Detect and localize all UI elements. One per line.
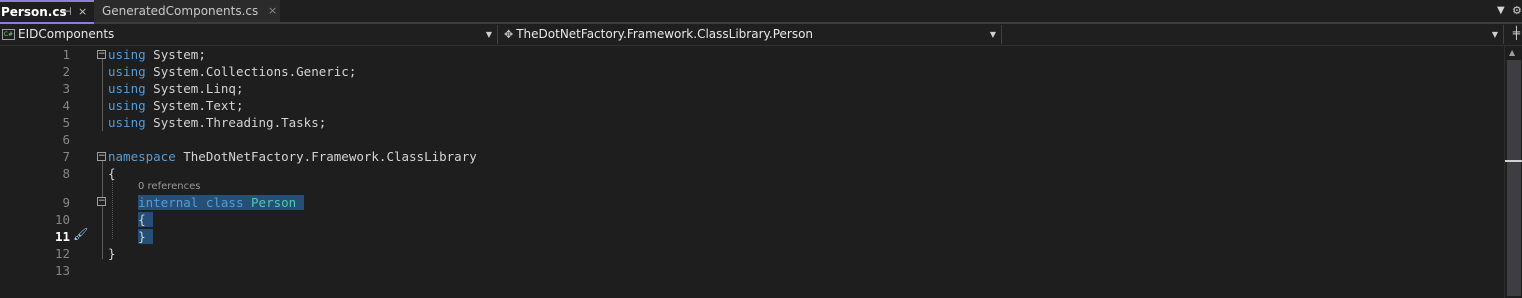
line-number: 10 (54, 212, 70, 227)
code-token: } (108, 246, 116, 261)
chevron-down-icon: ▼ (989, 30, 996, 39)
code-token: class (205, 195, 244, 210)
line-number: 3 (62, 81, 70, 96)
code-text: using System.Collections.Generic; (108, 63, 356, 80)
line-number: 6 (62, 132, 70, 147)
code-token: Person (251, 195, 297, 210)
class-icon: ✥ (504, 28, 514, 41)
code-line[interactable]: 3 using System.Linq; (0, 80, 1504, 97)
chevron-down-icon: ▼ (1491, 30, 1498, 39)
code-token: System.Text; (145, 98, 244, 113)
code-line[interactable]: 5 using System.Threading.Tasks; (0, 114, 1504, 131)
line-number: 1 (62, 47, 70, 62)
line-number: 12 (54, 246, 70, 261)
line-number: 4 (62, 98, 70, 113)
line-number: 8 (62, 166, 70, 181)
code-token: System.Threading.Tasks; (145, 115, 327, 130)
code-line[interactable]: 12} (0, 245, 1504, 262)
code-token: System; (145, 47, 206, 62)
code-token: { (108, 166, 116, 181)
close-icon[interactable]: × (78, 2, 87, 22)
code-text: using System.Text; (108, 97, 243, 114)
code-token: using (108, 47, 146, 62)
line-number: 2 (62, 64, 70, 79)
code-token: using (108, 64, 146, 79)
split-window-icon[interactable]: ╪ (1513, 26, 1520, 40)
code-token (198, 195, 206, 210)
code-token: System.Linq; (145, 81, 244, 96)
code-line[interactable]: 6 (0, 131, 1504, 148)
code-editor[interactable]: − − − 0 references 🖌 1 using System; 2 usin… (0, 46, 1504, 298)
code-text: namespace TheDotNetFactory.Framework.Cla… (108, 148, 477, 165)
tab-label: GeneratedComponents.cs (102, 4, 259, 18)
pin-icon[interactable]: ⊣ (62, 2, 72, 22)
code-text: internal class Person (108, 194, 304, 211)
code-line[interactable]: 9 internal class Person (0, 194, 1504, 211)
code-text: using System.Threading.Tasks; (108, 114, 326, 131)
code-text: using System; (108, 46, 206, 63)
member-dropdown[interactable]: ▼ (1006, 25, 1504, 44)
caret-position-marker (1505, 160, 1522, 162)
tab-generatedcomponents-cs[interactable]: GeneratedComponents.cs × (94, 0, 280, 22)
tab-person-cs[interactable]: Person.cs ⊣ × (0, 0, 94, 22)
code-token: using (108, 98, 146, 113)
close-icon[interactable]: × (268, 0, 277, 22)
code-token: TheDotNetFactory.Framework.ClassLibrary (175, 149, 477, 164)
code-line[interactable]: 8{ (0, 165, 1504, 182)
code-token: namespace (108, 149, 176, 164)
chevron-down-icon: ▼ (485, 30, 492, 39)
tab-label: Person.cs (1, 5, 67, 19)
code-line[interactable]: 4 using System.Text; (0, 97, 1504, 114)
code-token (243, 195, 252, 210)
code-text: } (108, 228, 154, 245)
code-line[interactable]: 11 } (0, 228, 1504, 245)
line-number: 13 (54, 263, 70, 278)
code-token: } (138, 229, 154, 244)
line-number: 7 (62, 149, 70, 164)
vertical-scrollbar[interactable]: ▲ (1504, 46, 1522, 298)
scroll-up-icon[interactable]: ▲ (1509, 48, 1515, 57)
code-line[interactable]: 7 namespace TheDotNetFactory.Framework.Cl… (0, 148, 1504, 165)
code-token: System.Collections.Generic; (145, 64, 357, 79)
line-number: 9 (62, 195, 70, 210)
code-line[interactable]: 1 using System; (0, 46, 1504, 63)
code-text: { (108, 165, 116, 182)
code-token: using (108, 81, 146, 96)
code-text: using System.Linq; (108, 80, 243, 97)
project-name: EIDComponents (18, 27, 115, 41)
codelens-references[interactable]: 0 references (138, 180, 201, 194)
scrollbar-thumb[interactable] (1507, 60, 1521, 296)
project-dropdown[interactable]: C# EIDComponents ▼ (0, 25, 498, 44)
line-number: 11 (54, 229, 70, 244)
code-token (296, 195, 304, 210)
document-tab-strip: Person.cs ⊣ × GeneratedComponents.cs × ▼… (0, 0, 1522, 24)
code-line[interactable]: 2 using System.Collections.Generic; (0, 63, 1504, 80)
code-text: } (108, 245, 116, 262)
type-dropdown[interactable]: ✥ TheDotNetFactory.Framework.ClassLibrary… (502, 25, 1002, 44)
code-line[interactable]: 10 { (0, 211, 1504, 228)
line-number: 5 (62, 115, 70, 130)
code-text: { (108, 211, 154, 228)
code-token: internal (138, 195, 199, 210)
type-name: TheDotNetFactory.Framework.ClassLibrary.… (516, 27, 814, 41)
csharp-project-icon: C# (2, 29, 15, 40)
gear-icon[interactable]: ⚙ (1512, 4, 1522, 17)
code-token: using (108, 115, 146, 130)
code-token: { (138, 212, 154, 227)
code-line[interactable]: 13 (0, 262, 1504, 279)
tab-list-dropdown-icon[interactable]: ▼ (1497, 5, 1505, 16)
navigation-bar: C# EIDComponents ▼ ✥ TheDotNetFactory.Fram… (0, 24, 1522, 46)
